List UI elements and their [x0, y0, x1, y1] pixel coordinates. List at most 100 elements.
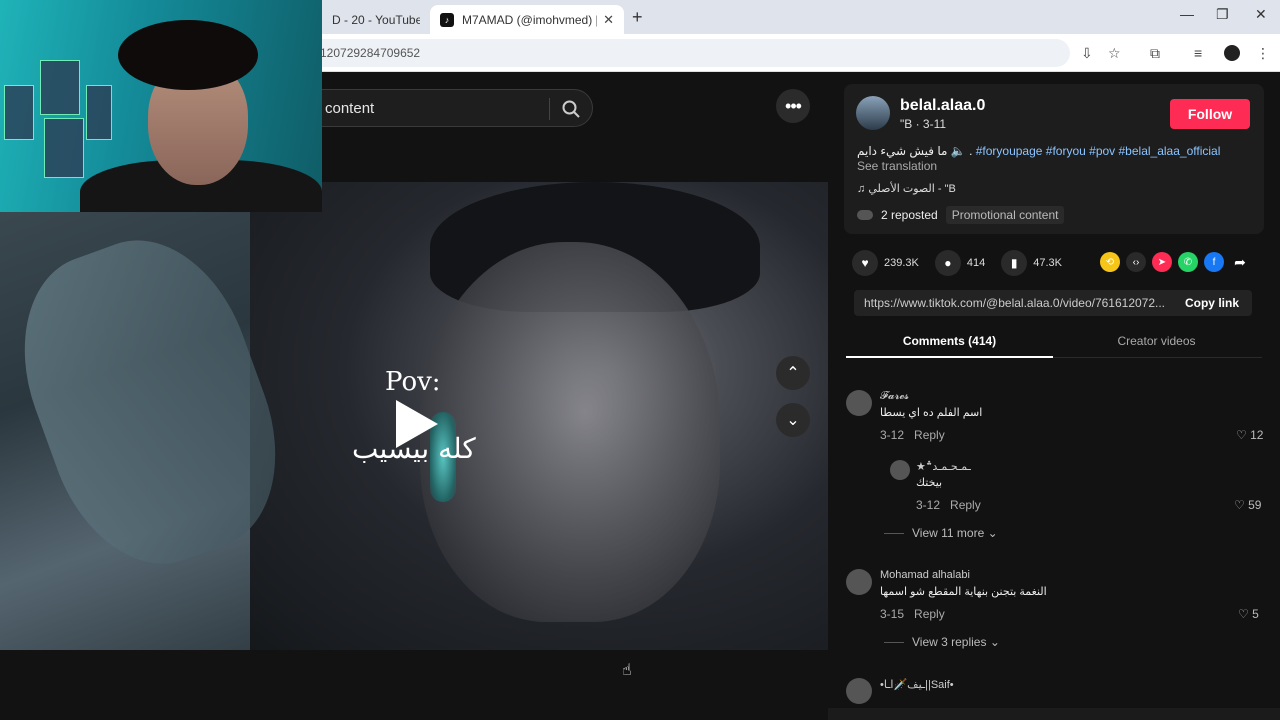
comment-like-button[interactable]: ♡ 12	[1236, 428, 1263, 442]
search-icon[interactable]	[561, 99, 581, 119]
post-description: ما فيش شيء دايم 🔈 . #foryoupage #foryou …	[857, 144, 1220, 158]
comment-item: •ـيف🗡️اـا||Saif•	[846, 678, 1266, 704]
more-options-button[interactable]: •••	[776, 89, 810, 123]
save-count: 47.3K	[1033, 257, 1062, 269]
comment-count: 414	[966, 257, 986, 269]
facebook-icon[interactable]: f	[1204, 252, 1224, 272]
copy-link-button[interactable]: Copy link	[1172, 290, 1252, 316]
media-control-icon[interactable]: ≡	[1194, 45, 1202, 61]
share-link-box: https://www.tiktok.com/@belal.alaa.0/vid…	[854, 290, 1252, 316]
url-input[interactable]: 120729284709652	[300, 39, 1070, 67]
comment-item: Mohamad alhalabi النغمة بتجنن بنهاية الم…	[846, 569, 1266, 629]
chevron-down-icon: ⌄	[786, 412, 800, 429]
comment-like-button[interactable]: ♡ 59	[1234, 498, 1261, 512]
maximize-button[interactable]: ❐	[1216, 6, 1229, 23]
bookmark-star-icon[interactable]: ☆	[1108, 45, 1121, 62]
reply-button[interactable]: Reply	[914, 607, 945, 621]
like-button[interactable]: ♥ 239.3K	[852, 250, 919, 276]
post-side-panel: belal.alaa.0 "B · 3-11 Follow ما فيش شيء…	[828, 72, 1280, 720]
comment-input-bar[interactable]	[828, 708, 1280, 720]
avatar[interactable]	[856, 96, 890, 130]
minimize-button[interactable]: —	[1180, 6, 1194, 22]
comment-meta: 3-15 Reply	[880, 607, 945, 621]
new-tab-button[interactable]: +	[632, 7, 643, 28]
comment-author[interactable]: Mohamad alhalabi	[880, 569, 970, 581]
comment-icon: ●	[934, 250, 961, 276]
comment-author[interactable]: 𝓕𝓪𝓻𝓮𝓼	[880, 390, 909, 403]
video-caption-arabic: كله بيسيب	[352, 432, 476, 465]
comment-like-count: 5	[1252, 607, 1259, 621]
video-player[interactable]: Pov: كله بيسيب	[0, 182, 828, 650]
menu-kebab-icon[interactable]: ⋮	[1256, 45, 1270, 62]
comment-like-button[interactable]: ♡ 5	[1238, 607, 1259, 621]
wall-poster	[86, 85, 112, 140]
share-icons: ⟲ ‹› ➤ ✆ f ➦	[1100, 252, 1256, 272]
close-icon[interactable]: ✕	[603, 12, 614, 28]
profile-avatar[interactable]	[1224, 45, 1240, 61]
avatar[interactable]	[890, 460, 910, 480]
post-username[interactable]: belal.alaa.0	[900, 97, 985, 115]
follow-button[interactable]: Follow	[1170, 99, 1250, 129]
bookmark-icon: ▮	[1001, 250, 1028, 276]
next-video-button[interactable]: ⌄	[776, 403, 810, 437]
whatsapp-icon[interactable]: ✆	[1178, 252, 1198, 272]
comment-text: النغمة بتجنن بنهاية المقطع شو اسمها	[880, 586, 1047, 598]
repost-row: 2 reposted Promotional content	[857, 206, 1065, 224]
see-translation-link[interactable]: See translation	[857, 159, 937, 173]
repost-avatars	[857, 210, 873, 220]
comment-like-count: 12	[1250, 428, 1264, 442]
wall-poster	[44, 118, 84, 178]
comment-author[interactable]: ★ـمـحـمـد؞	[916, 460, 971, 473]
comment-tabs: Comments (414) Creator videos	[846, 328, 1262, 358]
like-count: 239.3K	[884, 257, 919, 269]
chevron-up-icon: ⌃	[786, 365, 800, 382]
save-button[interactable]: ▮ 47.3K	[1001, 250, 1062, 276]
install-icon[interactable]: ⇩	[1081, 45, 1093, 62]
avatar[interactable]	[846, 390, 872, 416]
view-more-replies-button[interactable]: View 3 replies ⌄	[884, 635, 1000, 649]
post-subline: "B · 3-11	[900, 117, 947, 131]
avatar[interactable]	[846, 678, 872, 704]
description-text: ما فيش شيء دايم 🔈 .	[857, 144, 976, 158]
avatar[interactable]	[846, 569, 872, 595]
divider-line	[884, 533, 904, 535]
wall-poster	[40, 60, 80, 115]
share-link-url[interactable]: https://www.tiktok.com/@belal.alaa.0/vid…	[864, 296, 1164, 310]
view-more-label: View 3 replies ⌄	[912, 635, 1000, 649]
reply-button[interactable]: Reply	[914, 428, 945, 442]
tab-creator-videos[interactable]: Creator videos	[1053, 328, 1260, 358]
tab-tiktok[interactable]: ♪ M7AMAD (@imohvmed) | TikTok ✕	[430, 5, 624, 34]
view-more-replies-button[interactable]: View 11 more ⌄	[884, 526, 998, 540]
comment-button[interactable]: ● 414	[934, 250, 986, 276]
below-video-area	[0, 650, 828, 720]
comment-text: بيختك	[916, 477, 943, 489]
wall-poster	[4, 85, 34, 140]
search-input[interactable]: content	[325, 100, 374, 117]
comment-author[interactable]: •ـيف🗡️اـا||Saif•	[880, 678, 954, 691]
previous-video-button[interactable]: ⌃	[776, 356, 810, 390]
heart-icon: ♥	[852, 250, 878, 276]
share-arrow-icon[interactable]: ➦	[1230, 252, 1250, 272]
music-link[interactable]: ♫ الصوت الأصلي - "B	[857, 182, 956, 195]
promotional-badge: Promotional content	[945, 206, 1065, 224]
send-icon[interactable]: ➤	[1152, 252, 1172, 272]
tab-title: D - 20 - YouTube	[332, 12, 420, 27]
search-bar[interactable]: content	[300, 89, 593, 127]
tab-youtube[interactable]: D - 20 - YouTube	[322, 5, 430, 34]
tiktok-icon: ♪	[440, 12, 454, 27]
embed-icon[interactable]: ‹›	[1126, 252, 1146, 272]
divider-line	[884, 642, 904, 644]
tab-comments[interactable]: Comments (414)	[846, 328, 1053, 358]
extensions-icon[interactable]: ⧉	[1150, 45, 1160, 62]
comment-date: 3-15	[880, 607, 905, 621]
reply-item: ★ـمـحـمـد؞ بيختك 3-12 Reply ♡ 59	[890, 460, 1266, 520]
search-divider	[549, 98, 550, 120]
close-window-button[interactable]: ✕	[1255, 6, 1267, 23]
video-caption: Pov:	[385, 367, 441, 397]
repost-icon[interactable]: ⟲	[1100, 252, 1120, 272]
engagement-stats: ♥ 239.3K ● 414 ▮ 47.3K	[852, 250, 1078, 276]
hashtags[interactable]: #foryoupage #foryou #pov #belal_alaa_off…	[976, 144, 1221, 158]
reply-button[interactable]: Reply	[950, 498, 981, 512]
comment-like-count: 59	[1248, 498, 1262, 512]
reposted-count[interactable]: 2 reposted	[881, 208, 938, 222]
